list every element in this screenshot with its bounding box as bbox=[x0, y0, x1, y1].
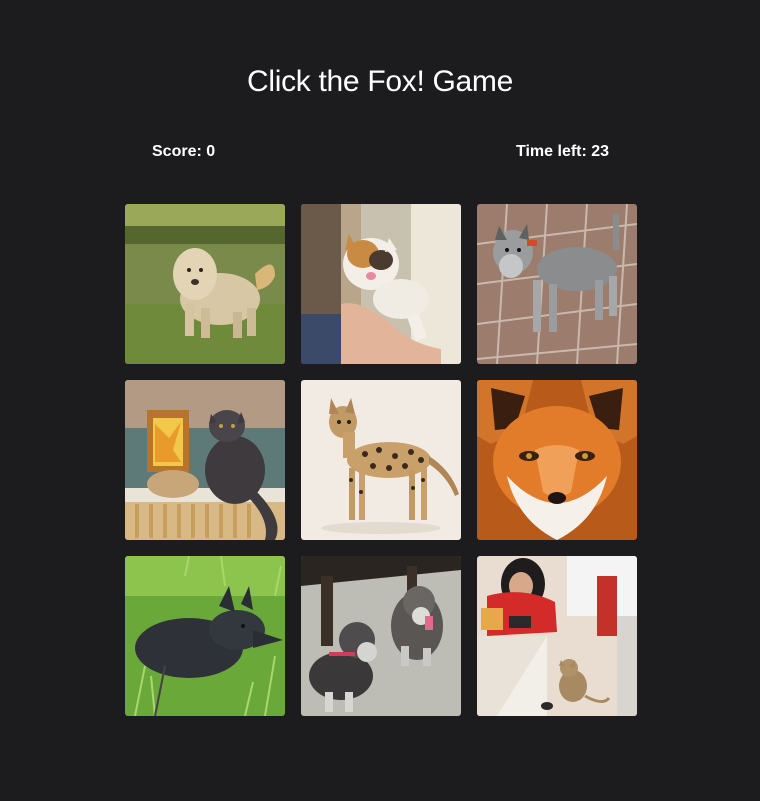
dog-icon bbox=[477, 204, 637, 364]
fox-icon bbox=[477, 380, 637, 540]
image-tile-black-dog-in-grass[interactable] bbox=[125, 556, 285, 716]
image-tile-fox[interactable] bbox=[477, 380, 637, 540]
dog-icon bbox=[301, 556, 461, 716]
image-tile-dog-on-grass[interactable] bbox=[125, 204, 285, 364]
score-display: Score: 0 bbox=[152, 143, 216, 160]
cat-icon bbox=[301, 380, 461, 540]
image-tile-kitten-in-hand[interactable] bbox=[301, 204, 461, 364]
image-tile-schnauzer-on-bricks[interactable] bbox=[477, 204, 637, 364]
game-title: Click the Fox! Game bbox=[246, 65, 514, 98]
dog-icon bbox=[125, 556, 285, 716]
cat-icon bbox=[125, 380, 285, 540]
image-tile-savannah-cat[interactable] bbox=[301, 380, 461, 540]
dog-icon bbox=[125, 204, 285, 364]
cat-icon bbox=[301, 204, 461, 364]
cat-icon bbox=[477, 556, 637, 716]
image-tile-cat-on-windowsill[interactable] bbox=[125, 380, 285, 540]
image-grid bbox=[125, 204, 637, 716]
image-tile-cat-on-floor[interactable] bbox=[477, 556, 637, 716]
image-tile-two-schnauzers[interactable] bbox=[301, 556, 461, 716]
time-left-display: Time left: 23 bbox=[516, 143, 610, 160]
